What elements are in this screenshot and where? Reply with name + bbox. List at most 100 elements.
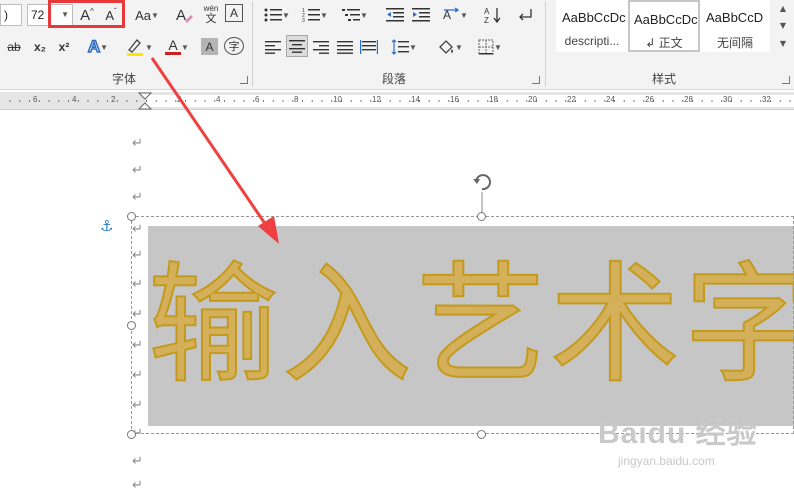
superscript-button[interactable]: x² xyxy=(54,36,74,58)
group-separator xyxy=(545,2,546,86)
font-name-box[interactable]: ) xyxy=(0,4,22,26)
scroll-up-icon[interactable]: ▲ xyxy=(780,4,786,13)
character-shading-button[interactable]: A xyxy=(201,38,218,55)
svg-text:3: 3 xyxy=(302,18,305,23)
borders-button[interactable]: ▼ xyxy=(474,36,506,58)
ruler-number: 12 xyxy=(372,95,381,104)
resize-handle[interactable] xyxy=(127,430,136,439)
horizontal-ruler[interactable]: 6 4 2 2 4 6 8 10 12 14 16 18 20 22 24 26 28 30 32 xyxy=(0,92,794,110)
increase-indent-button[interactable] xyxy=(410,4,432,26)
numbering-icon: 123 xyxy=(302,8,321,23)
ruler-ticks xyxy=(9,100,791,102)
ruler-number: 6 xyxy=(33,95,38,104)
font-color-swatch xyxy=(165,52,182,55)
line-spacing-icon xyxy=(391,39,410,55)
shading-button[interactable]: ▼ xyxy=(434,36,466,58)
font-size-value: 72 xyxy=(31,8,45,22)
strikethrough-button[interactable]: ab xyxy=(4,36,24,58)
ruler-number: 28 xyxy=(684,95,693,104)
align-right-button[interactable] xyxy=(310,36,332,58)
chevron-down-icon: ▼ xyxy=(150,10,159,20)
line-spacing-button[interactable]: ▼ xyxy=(388,36,420,58)
ruler-number: 22 xyxy=(567,95,576,104)
borders-icon xyxy=(478,39,494,55)
style-description[interactable]: AaBbCcDc descripti... xyxy=(556,0,628,52)
show-hide-marks-button[interactable] xyxy=(514,4,536,26)
anchor-icon[interactable]: ⚓ xyxy=(100,217,113,235)
highlighter-icon xyxy=(127,39,144,56)
resize-handle[interactable] xyxy=(477,212,486,221)
distributed-button[interactable] xyxy=(358,36,380,58)
ruler-number: 4 xyxy=(216,95,221,104)
align-left-button[interactable] xyxy=(262,36,284,58)
multilevel-list-button[interactable]: ▼ xyxy=(340,4,370,26)
style-no-spacing[interactable]: AaBbCcD 无间隔 xyxy=(700,0,770,52)
style-normal[interactable]: AaBbCcDc ↲ 正文 xyxy=(628,0,700,52)
font-dialog-launcher-icon[interactable] xyxy=(240,76,248,84)
paint-bucket-icon xyxy=(439,40,454,54)
baidu-watermark: Baidu 经验 jingyan.baidu.com xyxy=(598,408,758,468)
sort-icon: AZ xyxy=(484,7,501,24)
more-styles-icon[interactable]: ▼ xyxy=(780,39,786,48)
bullets-button[interactable]: ▼ xyxy=(262,4,292,26)
highlight-color-button[interactable]: ▼ xyxy=(122,36,156,58)
svg-text:A: A xyxy=(484,7,490,16)
indent-marker-icon[interactable] xyxy=(138,92,152,110)
align-center-button[interactable] xyxy=(286,35,308,57)
align-left-icon xyxy=(265,41,281,54)
paragraph-mark: ↵ xyxy=(132,478,143,493)
align-center-icon xyxy=(289,40,305,53)
ruler-number: 10 xyxy=(333,95,342,104)
resize-handle[interactable] xyxy=(477,430,486,439)
change-case-button[interactable]: Aa ▼ xyxy=(132,4,162,26)
ruler-number: 6 xyxy=(255,95,260,104)
chinese-layout-icon: A xyxy=(443,7,460,22)
paragraph-mark: ↵ xyxy=(132,163,143,178)
ribbon: ) 72 ▼ A ^ Aˇ Aa ▼ A wén 文 A ab x₂ x² A ▼ xyxy=(0,0,794,90)
svg-text:A: A xyxy=(176,7,186,24)
clear-formatting-button[interactable]: A xyxy=(172,4,196,26)
character-border-button[interactable]: A xyxy=(225,4,243,22)
chevron-down-icon: ▼ xyxy=(181,42,189,52)
ruler-number: 18 xyxy=(489,95,498,104)
ruler-number: 14 xyxy=(411,95,420,104)
sort-button[interactable]: AZ xyxy=(482,4,504,26)
enclose-characters-button[interactable]: 字 xyxy=(224,37,244,55)
phonetic-guide-button[interactable]: wén 文 xyxy=(200,2,222,26)
decrease-indent-button[interactable] xyxy=(384,4,406,26)
watermark-brand: Baidu 经验 xyxy=(598,417,758,450)
style-sample-text: AaBbCcDc xyxy=(634,12,698,27)
chevron-down-icon: ▼ xyxy=(282,10,290,20)
resize-handle[interactable] xyxy=(127,212,136,221)
justify-icon xyxy=(337,41,353,54)
watermark-url: jingyan.baidu.com xyxy=(618,454,715,468)
clear-formatting-icon: A xyxy=(176,7,193,24)
ruler-number: 24 xyxy=(606,95,615,104)
chevron-down-icon: ▼ xyxy=(320,10,328,20)
style-name: descripti... xyxy=(564,34,620,48)
paragraph-group-label: 段落 xyxy=(382,72,407,86)
subscript-button[interactable]: x₂ xyxy=(30,36,50,58)
styles-dialog-launcher-icon[interactable] xyxy=(782,76,790,84)
group-separator xyxy=(252,2,253,86)
change-case-icon: Aa xyxy=(135,7,151,23)
chevron-down-icon: ▼ xyxy=(360,10,368,20)
ruler-number: 8 xyxy=(294,95,299,104)
chevron-down-icon: ▼ xyxy=(460,10,468,20)
font-group-label: 字体 xyxy=(112,72,137,86)
numbering-button[interactable]: 123 ▼ xyxy=(300,4,330,26)
phonetic-bottom: 文 xyxy=(205,12,217,25)
font-color-button[interactable]: A ▼ xyxy=(162,36,192,58)
scroll-down-icon[interactable]: ▼ xyxy=(780,21,786,30)
styles-scroll[interactable]: ▲ ▼ ▼ xyxy=(774,0,792,52)
justify-button[interactable] xyxy=(334,36,356,58)
ruler-number: 2 xyxy=(177,95,182,104)
align-right-icon xyxy=(313,41,329,54)
font-size-highlight-annotation xyxy=(48,0,125,28)
decrease-indent-icon xyxy=(386,8,404,22)
ruler-number: 32 xyxy=(762,95,771,104)
paragraph-dialog-launcher-icon[interactable] xyxy=(532,76,540,84)
resize-handle[interactable] xyxy=(127,321,136,330)
text-direction-button[interactable]: A ▼ xyxy=(440,4,470,26)
text-effects-button[interactable]: A ▼ xyxy=(84,36,112,58)
